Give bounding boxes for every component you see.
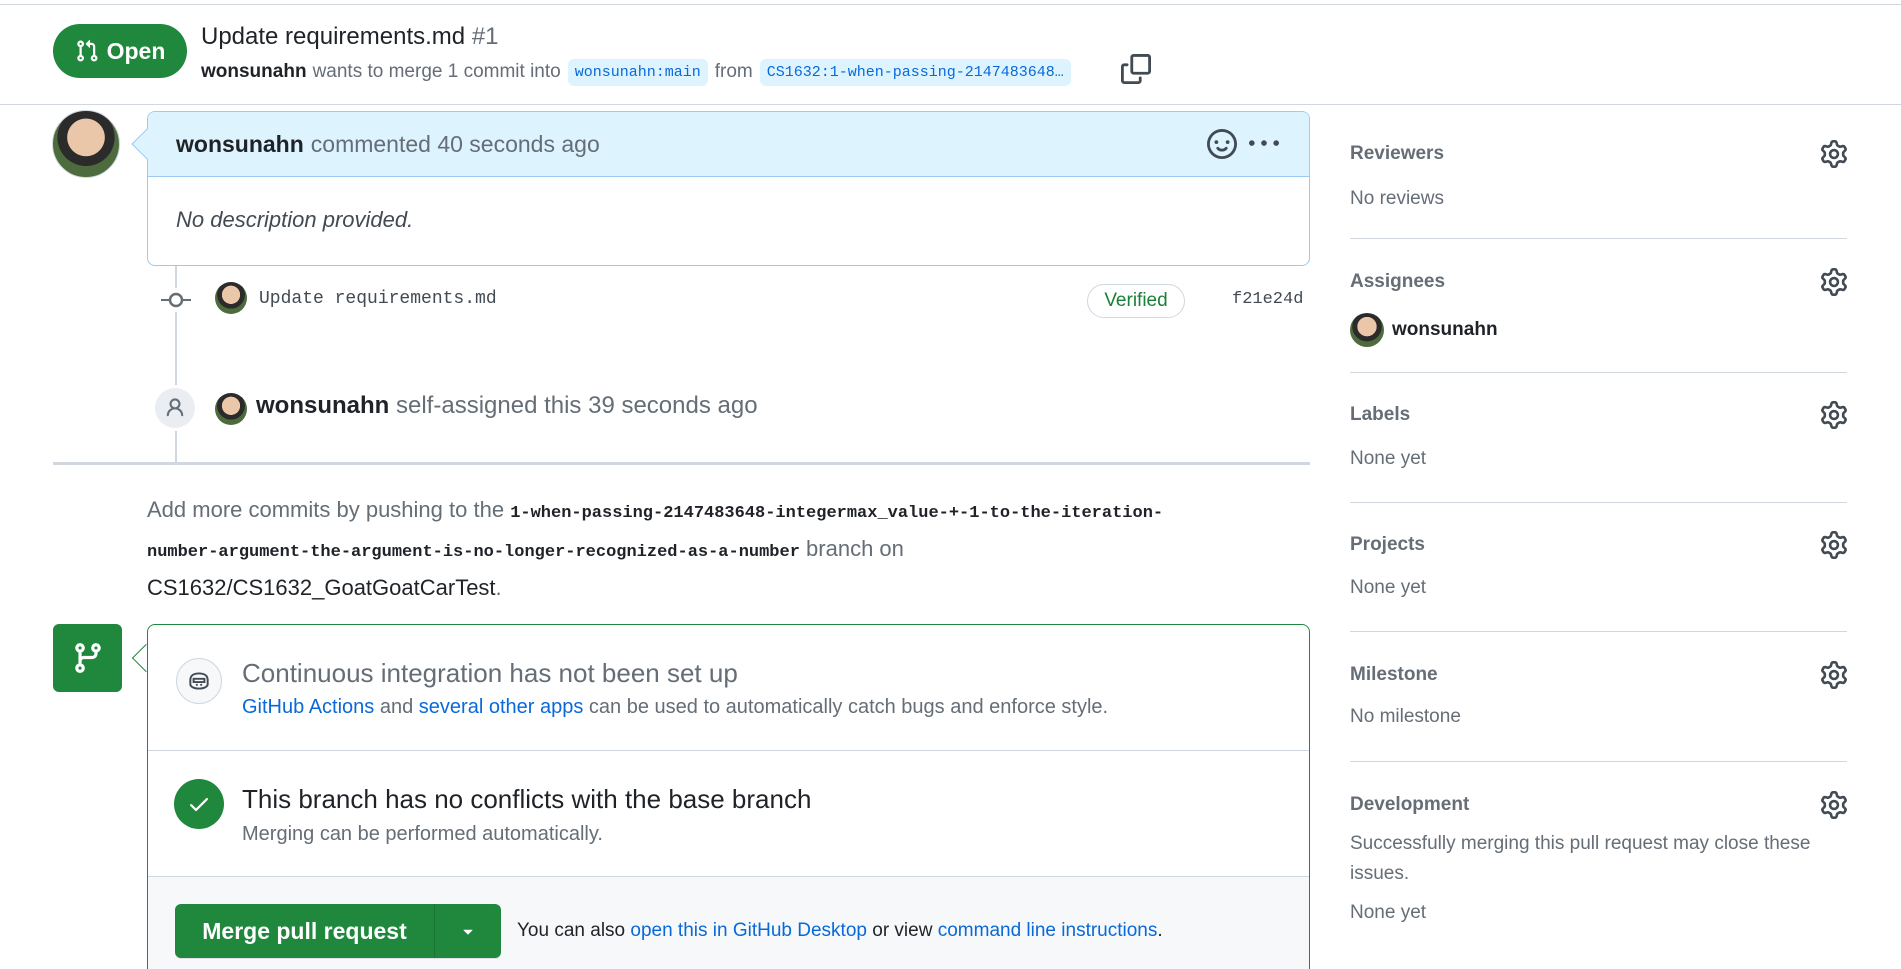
git-commit-icon xyxy=(161,288,191,312)
no-conflicts-description: Merging can be performed automatically. xyxy=(242,823,603,845)
comment-meta[interactable]: commented 40 seconds ago xyxy=(311,131,600,158)
assignee-name: wonsunahn xyxy=(1392,319,1498,340)
assignee-avatar xyxy=(1350,313,1384,347)
ci-rest-text: can be used to automatically catch bugs … xyxy=(588,696,1109,718)
gear-icon[interactable] xyxy=(1820,268,1848,296)
commit-message[interactable]: Update requirements.md xyxy=(259,289,497,309)
sidebar-labels: Labels None yet xyxy=(1350,373,1847,503)
verified-badge[interactable]: Verified xyxy=(1087,284,1185,318)
page-title: Update requirements.md #1 xyxy=(201,23,499,51)
pr-author[interactable]: wonsunahn xyxy=(201,61,307,83)
projects-title[interactable]: Projects xyxy=(1350,534,1425,556)
sidebar: Reviewers No reviews Assignees wonsunahn… xyxy=(1350,105,1847,942)
comment-body: No description provided. xyxy=(176,207,414,232)
assign-event: wonsunahn self-assigned this 39 seconds … xyxy=(256,392,758,420)
repo-name[interactable]: CS1632/CS1632_GoatGoatCarTest xyxy=(147,575,496,600)
milestone-value: No milestone xyxy=(1350,706,1461,727)
other-apps-link[interactable]: several other apps xyxy=(419,696,584,718)
no-conflicts-section: This branch has no conflicts with the ba… xyxy=(148,751,1309,877)
ci-title: Continuous integration has not been set … xyxy=(242,658,738,688)
push-info: Add more commits by pushing to the 1-whe… xyxy=(147,492,1297,605)
sidebar-reviewers: Reviewers No reviews xyxy=(1350,105,1847,239)
comment-header: wonsunahn commented 40 seconds ago xyxy=(148,112,1309,177)
sidebar-projects: Projects None yet xyxy=(1350,503,1847,632)
merge-pull-request-button[interactable]: Merge pull request xyxy=(175,904,435,958)
status-badge: Open xyxy=(53,24,187,78)
reviewers-value: No reviews xyxy=(1350,188,1444,209)
assignee-item[interactable]: wonsunahn xyxy=(1350,313,1498,347)
base-branch[interactable]: wonsunahn:main xyxy=(567,58,708,86)
copilot-icon xyxy=(176,658,222,704)
gear-icon[interactable] xyxy=(1820,401,1848,429)
merge-actions: Merge pull request You can also open thi… xyxy=(148,877,1309,969)
branch-name-part1[interactable]: 1-when-passing-2147483648-integermax_val… xyxy=(510,504,1163,523)
merge-button-group: Merge pull request xyxy=(175,904,501,958)
pr-title-text: Update requirements.md xyxy=(201,23,466,50)
git-pull-request-icon xyxy=(76,39,98,62)
check-icon xyxy=(174,779,224,829)
gear-icon[interactable] xyxy=(1820,531,1848,559)
copy-icon[interactable] xyxy=(1121,54,1151,84)
ci-description: GitHub Actions and several other apps ca… xyxy=(242,696,1108,719)
alternative-merge-text: You can also open this in GitHub Desktop… xyxy=(517,920,1163,942)
gear-icon[interactable] xyxy=(1820,791,1848,819)
pr-subtitle: wonsunahn wants to merge 1 commit into w… xyxy=(201,55,1078,89)
development-value: None yet xyxy=(1350,902,1427,923)
development-title[interactable]: Development xyxy=(1350,794,1469,816)
event-actor-avatar[interactable] xyxy=(215,393,247,425)
merge-options-dropdown[interactable] xyxy=(435,904,501,958)
development-description: Successfully merging this pull request m… xyxy=(1350,833,1811,884)
commit-author-avatar[interactable] xyxy=(215,282,247,314)
github-actions-link[interactable]: GitHub Actions xyxy=(242,696,374,718)
labels-title[interactable]: Labels xyxy=(1350,404,1410,426)
commit-sha[interactable]: f21e24d xyxy=(1232,290,1303,309)
sidebar-milestone: Milestone No milestone xyxy=(1350,632,1847,762)
person-icon xyxy=(152,385,198,431)
head-branch[interactable]: CS1632:1-when-passing-2147483648… xyxy=(759,58,1071,86)
timeline-divider xyxy=(53,462,1310,465)
pr-header: Open Update requirements.md #1 wonsunahn… xyxy=(0,5,1901,105)
branch-name-part2[interactable]: number-argument-the-argument-is-no-longe… xyxy=(147,543,800,562)
push-info-suffix: . xyxy=(495,575,502,600)
event-actor[interactable]: wonsunahn xyxy=(256,392,389,419)
reviewers-title[interactable]: Reviewers xyxy=(1350,143,1444,165)
triangle-down-icon xyxy=(463,929,473,935)
event-description: self-assigned this 39 seconds ago xyxy=(396,392,758,419)
milestone-title[interactable]: Milestone xyxy=(1350,664,1438,686)
alt-suffix: . xyxy=(1157,920,1163,941)
comment-box: wonsunahn commented 40 seconds ago No de… xyxy=(131,111,1310,266)
git-merge-icon xyxy=(53,624,122,692)
push-info-prefix: Add more commits by pushing to the xyxy=(147,497,505,522)
alt-prefix: You can also xyxy=(517,920,626,941)
kebab-horizontal-icon[interactable] xyxy=(1248,129,1280,159)
no-conflicts-title: This branch has no conflicts with the ba… xyxy=(242,784,812,814)
merge-text: wants to merge 1 commit into xyxy=(312,61,561,82)
alt-middle: or view xyxy=(872,920,933,941)
gear-icon[interactable] xyxy=(1820,661,1848,689)
comment-author[interactable]: wonsunahn xyxy=(176,131,304,158)
github-desktop-link[interactable]: open this in GitHub Desktop xyxy=(630,920,867,941)
gear-icon[interactable] xyxy=(1820,140,1848,168)
projects-value: None yet xyxy=(1350,577,1427,598)
labels-value: None yet xyxy=(1350,448,1427,469)
sidebar-assignees: Assignees wonsunahn xyxy=(1350,239,1847,373)
ci-section: Continuous integration has not been set … xyxy=(148,625,1309,751)
sidebar-development: Development Successfully merging this pu… xyxy=(1350,762,1847,942)
ci-and-text: and xyxy=(379,696,414,718)
from-text: from xyxy=(714,61,753,82)
avatar[interactable] xyxy=(52,110,120,178)
merge-box: Continuous integration has not been set … xyxy=(147,624,1310,969)
assignees-title[interactable]: Assignees xyxy=(1350,271,1445,293)
smiley-icon[interactable] xyxy=(1207,129,1237,159)
pr-number: #1 xyxy=(471,23,499,50)
push-info-middle: branch on xyxy=(806,536,904,561)
command-line-link[interactable]: command line instructions xyxy=(938,920,1158,941)
status-label: Open xyxy=(106,37,166,64)
